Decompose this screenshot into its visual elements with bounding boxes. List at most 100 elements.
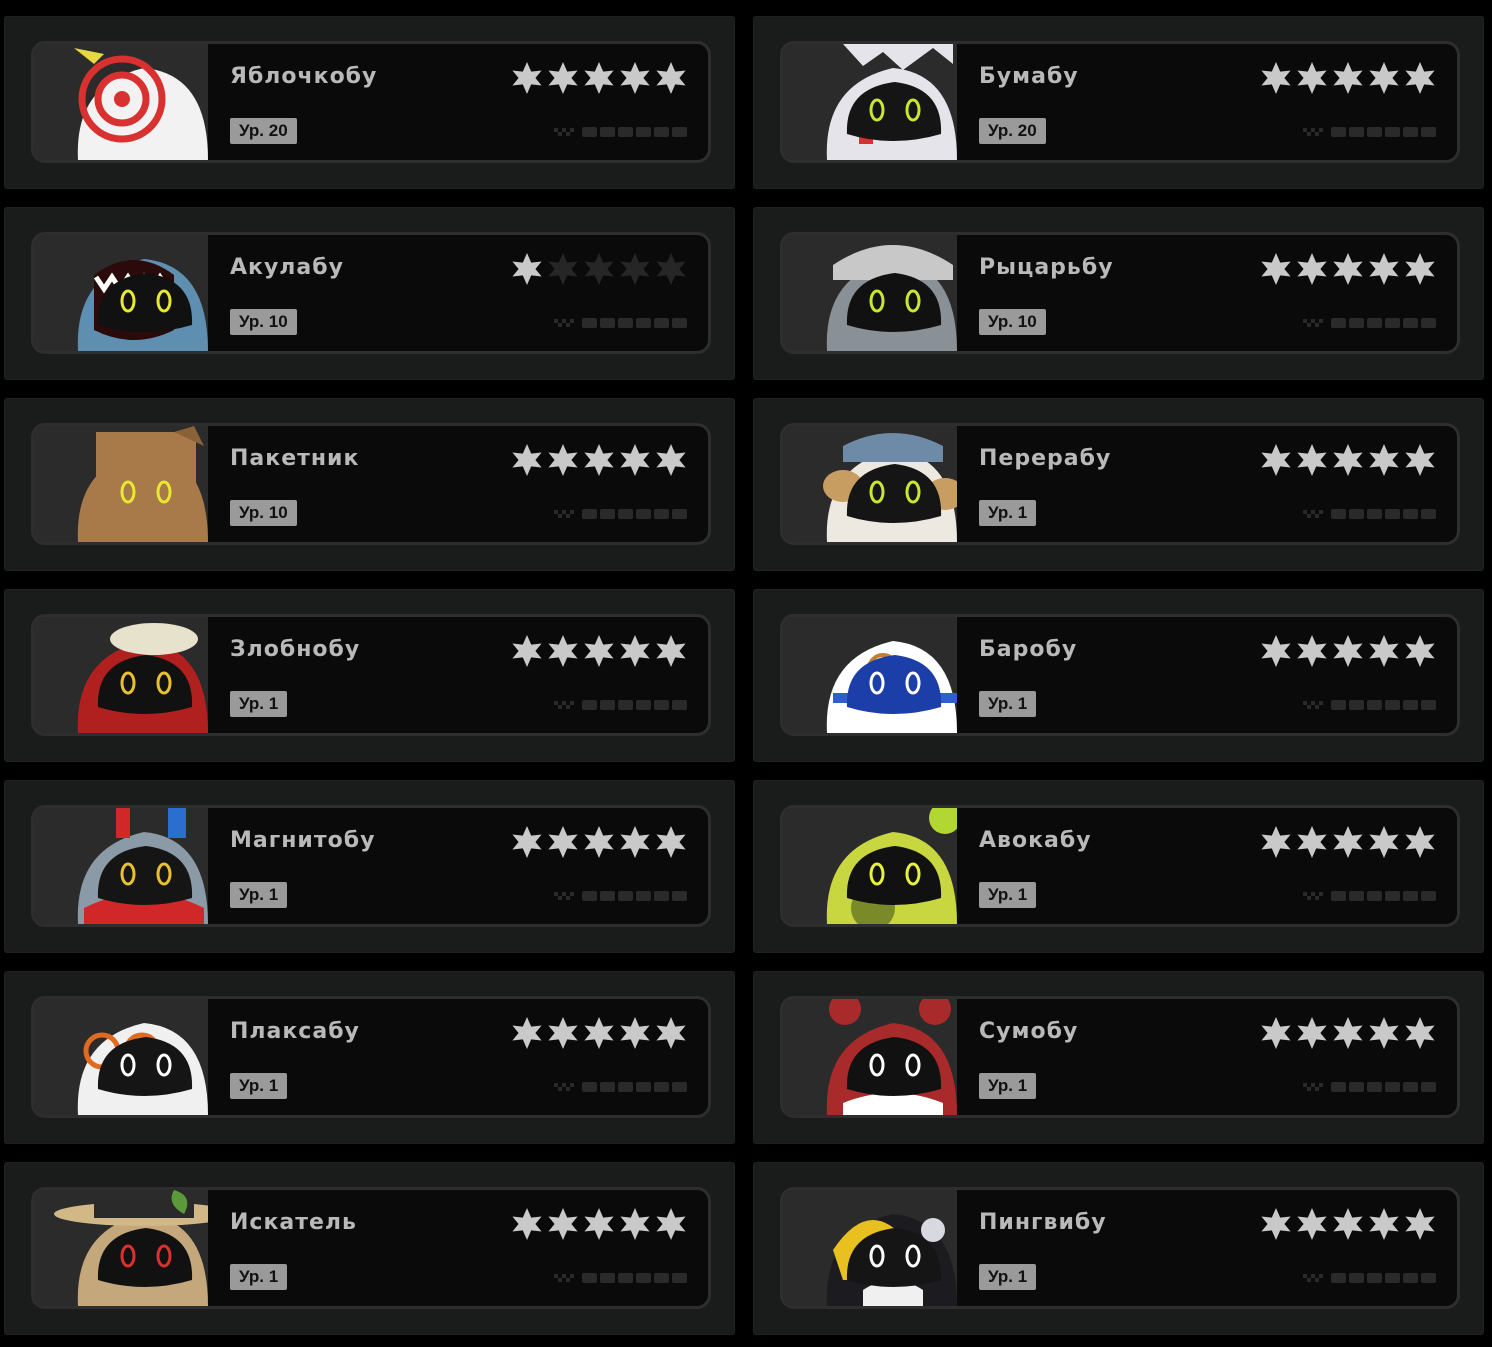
- star-filled-icon: [1295, 61, 1329, 95]
- star-filled-icon: [654, 1016, 688, 1050]
- progress-marks: [1303, 699, 1439, 711]
- character-card[interactable]: Магнитобу Ур. 1: [31, 805, 711, 927]
- star-empty-icon: [618, 252, 652, 286]
- character-card[interactable]: Акулабу Ур. 10: [31, 232, 711, 354]
- character-slot: Злобнобу Ур. 1: [4, 589, 735, 762]
- character-portrait: [783, 426, 957, 542]
- star-filled-icon: [546, 61, 580, 95]
- star-filled-icon: [1403, 1207, 1437, 1241]
- character-portrait: [34, 617, 208, 733]
- character-name: Бумабу: [979, 64, 1079, 89]
- level-badge: Ур. 1: [230, 1073, 288, 1099]
- star-filled-icon: [1295, 443, 1329, 477]
- character-portrait: [34, 999, 208, 1115]
- progress-marks: [1303, 508, 1439, 520]
- penguin-avatar: [783, 1190, 957, 1306]
- paper-sale-avatar: [783, 44, 957, 160]
- star-filled-icon: [582, 1207, 616, 1241]
- character-card[interactable]: Баробу Ур. 1: [780, 614, 1460, 736]
- character-card[interactable]: Перерабу Ур. 1: [780, 423, 1460, 545]
- level-badge: Ур. 10: [230, 309, 297, 335]
- star-filled-icon: [582, 1016, 616, 1050]
- level-badge: Ур. 1: [979, 691, 1037, 717]
- star-filled-icon: [1295, 825, 1329, 859]
- star-filled-icon: [654, 443, 688, 477]
- character-portrait: [34, 235, 208, 351]
- progress-marks: [1303, 126, 1439, 138]
- progress-marks: [554, 317, 690, 329]
- character-card[interactable]: Пингвибу Ур. 1: [780, 1187, 1460, 1309]
- character-slot: Перерабу Ур. 1: [753, 398, 1484, 571]
- shark-avatar: [34, 235, 208, 351]
- level-badge: Ур. 1: [230, 691, 288, 717]
- progress-marks: [1303, 317, 1439, 329]
- star-filled-icon: [1295, 1016, 1329, 1050]
- star-filled-icon: [510, 1016, 544, 1050]
- star-rating: [1259, 1207, 1439, 1243]
- star-filled-icon: [654, 61, 688, 95]
- star-filled-icon: [510, 252, 544, 286]
- character-name: Яблочкобу: [230, 64, 378, 89]
- character-card[interactable]: Бумабу Ур. 20: [780, 41, 1460, 163]
- character-slot: Рыцарьбу Ур. 10: [753, 207, 1484, 380]
- star-rating: [1259, 825, 1439, 861]
- character-card[interactable]: Пакетник Ур. 10: [31, 423, 711, 545]
- star-filled-icon: [1295, 1207, 1329, 1241]
- character-card[interactable]: Рыцарьбу Ур. 10: [780, 232, 1460, 354]
- character-slot: Пакетник Ур. 10: [4, 398, 735, 571]
- level-badge: Ур. 1: [979, 500, 1037, 526]
- star-filled-icon: [1259, 825, 1293, 859]
- character-name: Пингвибу: [979, 1210, 1107, 1235]
- level-badge: Ур. 1: [979, 882, 1037, 908]
- star-filled-icon: [1403, 443, 1437, 477]
- level-badge: Ур. 1: [979, 1073, 1037, 1099]
- red-sumo-avatar: [783, 999, 957, 1115]
- character-name: Пакетник: [230, 446, 360, 471]
- star-filled-icon: [1331, 1016, 1365, 1050]
- star-rating: [510, 252, 690, 288]
- star-filled-icon: [1259, 443, 1293, 477]
- character-name: Злобнобу: [230, 637, 361, 662]
- paper-bag-avatar: [34, 426, 208, 542]
- character-card[interactable]: Яблочкобу Ур. 20: [31, 41, 711, 163]
- star-filled-icon: [1331, 825, 1365, 859]
- character-name: Авокабу: [979, 828, 1092, 853]
- star-filled-icon: [582, 61, 616, 95]
- character-slot: Авокабу Ур. 1: [753, 780, 1484, 953]
- level-badge: Ур. 1: [230, 1264, 288, 1290]
- character-portrait: [783, 999, 957, 1115]
- character-name: Магнитобу: [230, 828, 376, 853]
- star-empty-icon: [582, 252, 616, 286]
- character-card[interactable]: Злобнобу Ур. 1: [31, 614, 711, 736]
- star-rating: [1259, 634, 1439, 670]
- character-portrait: [34, 426, 208, 542]
- character-slot: Пингвибу Ур. 1: [753, 1162, 1484, 1335]
- character-card[interactable]: Сумобу Ур. 1: [780, 996, 1460, 1118]
- character-portrait: [783, 808, 957, 924]
- character-card[interactable]: Авокабу Ур. 1: [780, 805, 1460, 927]
- character-portrait: [783, 617, 957, 733]
- star-filled-icon: [1367, 634, 1401, 668]
- star-filled-icon: [1367, 825, 1401, 859]
- star-filled-icon: [654, 634, 688, 668]
- star-empty-icon: [546, 252, 580, 286]
- star-filled-icon: [1403, 634, 1437, 668]
- progress-marks: [1303, 890, 1439, 902]
- star-filled-icon: [1367, 252, 1401, 286]
- level-badge: Ур. 10: [979, 309, 1046, 335]
- star-filled-icon: [582, 443, 616, 477]
- recycler-bunny-avatar: [783, 426, 957, 542]
- star-filled-icon: [582, 825, 616, 859]
- character-slot: Баробу Ур. 1: [753, 589, 1484, 762]
- star-rating: [1259, 443, 1439, 479]
- star-rating: [510, 825, 690, 861]
- character-portrait: [783, 235, 957, 351]
- character-card[interactable]: Искатель Ур. 1: [31, 1187, 711, 1309]
- star-filled-icon: [1259, 1207, 1293, 1241]
- angry-hat-avatar: [34, 617, 208, 733]
- character-slot: Искатель Ур. 1: [4, 1162, 735, 1335]
- character-portrait: [34, 1190, 208, 1306]
- character-card[interactable]: Плаксабу Ур. 1: [31, 996, 711, 1118]
- star-rating: [510, 1207, 690, 1243]
- progress-marks: [554, 699, 690, 711]
